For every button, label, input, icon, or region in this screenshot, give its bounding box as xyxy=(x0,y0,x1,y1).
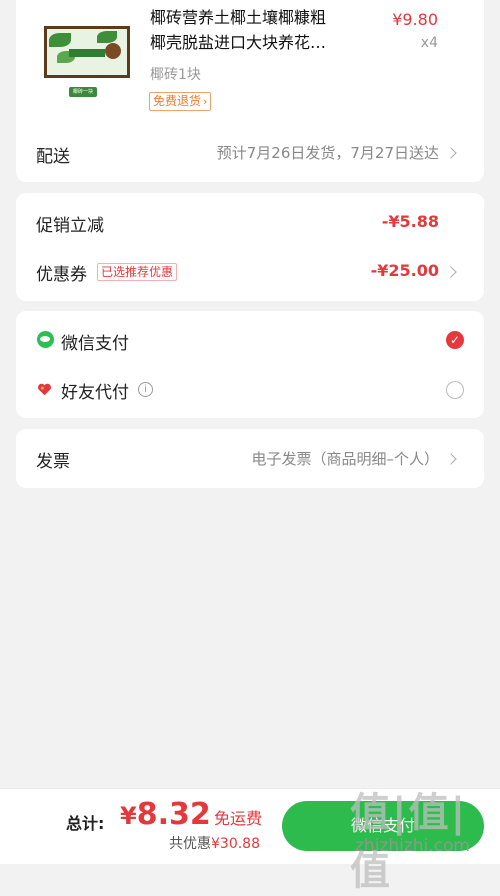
wechat-pay-button[interactable]: 微信支付 xyxy=(282,801,484,851)
free-return-tag: 免费退货 › xyxy=(149,92,212,111)
total-savings: 共优惠¥30.88 xyxy=(169,833,260,853)
friend-pay-icon xyxy=(37,381,54,398)
savings-label: 共优惠 xyxy=(169,836,211,852)
checkout-bar: 总计: ¥8.32 免运费 共优惠¥30.88 微信支付 xyxy=(0,788,500,864)
invoice-value[interactable]: 电子发票（商品明细–个人） xyxy=(251,448,439,469)
total-label: 总计: xyxy=(66,814,105,833)
recommended-coupon-tag: 已选推荐优惠 xyxy=(97,263,178,281)
invoice-label: 发票 xyxy=(36,452,70,472)
wechat-pay-option[interactable]: 微信支付 xyxy=(61,329,129,354)
delivery-value[interactable]: 预计7月26日发货，7月27日送达 xyxy=(217,142,439,163)
product-name-line-1: 椰砖营养土椰土壤椰糠粗 xyxy=(150,8,327,27)
thumbnail-caption: 椰砖一块 xyxy=(69,87,97,97)
coupon-label: 优惠券 xyxy=(36,265,87,285)
product-thumbnail[interactable] xyxy=(44,26,130,78)
promotion-label: 促销立减 xyxy=(36,216,104,236)
discount-card: 促销立减 -¥5.88 优惠券 已选推荐优惠 -¥25.00 xyxy=(16,193,484,301)
friend-pay-option[interactable]: 好友代付 xyxy=(61,378,129,403)
chevron-right-icon: › xyxy=(203,95,208,108)
promotion-value: -¥5.88 xyxy=(381,212,439,231)
chevron-right-icon[interactable] xyxy=(445,266,457,278)
product-name[interactable]: 椰砖营养土椰土壤椰糠粗 椰壳脱盐进口大块养花… xyxy=(150,5,360,55)
product-price: ¥9.80 xyxy=(392,10,438,29)
invoice-card[interactable]: 发票 电子发票（商品明细–个人） xyxy=(16,429,484,488)
checkmark-selected-icon[interactable]: ✓ xyxy=(446,331,464,349)
currency-symbol: ¥ xyxy=(120,802,137,830)
free-shipping-label: 免运费 xyxy=(214,809,263,828)
wechat-pay-icon xyxy=(37,331,54,348)
product-name-line-2: 椰壳脱盐进口大块养花… xyxy=(150,33,327,52)
coupon-value[interactable]: -¥25.00 xyxy=(371,261,439,280)
total-price: ¥8.32 xyxy=(120,797,211,832)
product-quantity: x4 xyxy=(420,35,438,51)
product-spec: 椰砖1块 xyxy=(150,67,201,83)
savings-amount: ¥30.88 xyxy=(211,836,260,852)
free-return-label: 免费退货 xyxy=(153,94,202,108)
chevron-right-icon[interactable] xyxy=(445,147,457,159)
delivery-label: 配送 xyxy=(36,147,70,167)
info-icon[interactable]: i xyxy=(138,382,153,397)
payment-method-card: 微信支付 ✓ 好友代付 i xyxy=(16,311,484,418)
total-amount: 8.32 xyxy=(136,797,211,832)
radio-unselected-icon[interactable] xyxy=(446,381,464,399)
product-card[interactable]: 椰砖一块 椰砖营养土椰土壤椰糠粗 椰壳脱盐进口大块养花… ¥9.80 x4 椰砖… xyxy=(16,0,484,182)
chevron-right-icon[interactable] xyxy=(445,453,457,465)
